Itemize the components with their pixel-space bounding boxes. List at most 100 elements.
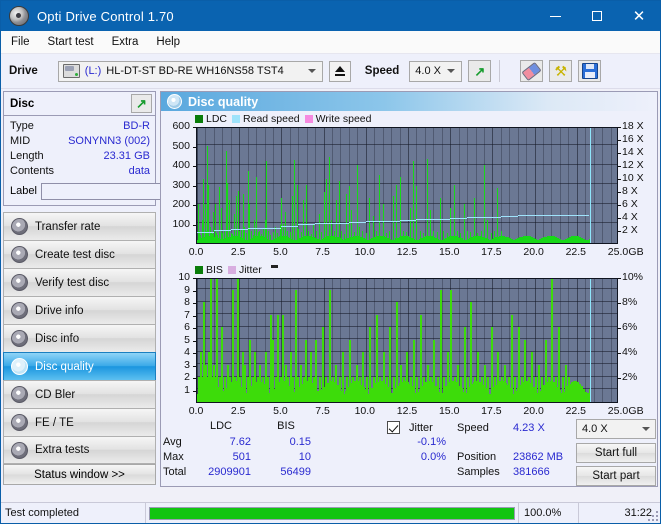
stats-position-label: Position — [457, 451, 497, 463]
speed-select[interactable]: 4.0 X — [409, 60, 463, 82]
disc-icon — [11, 441, 28, 459]
y-axis-tick: 3 — [184, 358, 190, 371]
save-button[interactable] — [578, 60, 602, 82]
sidebar-item-extra-tests[interactable]: Extra tests — [3, 436, 156, 464]
sidebar-item-create-test-disc[interactable]: Create test disc — [3, 240, 156, 268]
disc-icon — [11, 302, 28, 319]
disc-row-type-key: Type — [10, 120, 34, 132]
chart-bar — [324, 192, 325, 243]
run-test-button[interactable]: ↗ — [468, 60, 492, 82]
legend-read-speed-swatch — [232, 114, 241, 123]
y2-axis-tickmark — [618, 278, 621, 279]
legend-bis-swatch — [195, 265, 203, 274]
y2-axis-tick: 6 X — [622, 198, 638, 210]
nav-list: Transfer rate Create test disc Verify te… — [3, 212, 156, 464]
minimize-button[interactable] — [534, 1, 576, 31]
sidebar-item-label: Disc quality — [35, 360, 94, 373]
stats-samples-value: 381666 — [513, 466, 550, 478]
test-speed-select[interactable]: 4.0 X — [576, 419, 656, 439]
menu-item-start-test[interactable]: Start test — [48, 36, 94, 48]
read-speed-line — [298, 224, 316, 226]
chart2-plot-area — [196, 278, 618, 403]
chart-bar — [484, 165, 485, 243]
y-axis-tickmark — [193, 378, 196, 379]
drive-select[interactable]: (L:) HL-DT-ST BD-RE WH16NS58 TST4 — [57, 60, 323, 82]
y2-axis-tick: 2 X — [622, 224, 638, 236]
read-speed-line — [365, 221, 383, 223]
y-axis-tick: 5 — [184, 333, 190, 346]
y-axis-tickmark — [193, 166, 196, 167]
speed-value: 4.0 X — [415, 65, 441, 77]
eject-icon — [334, 66, 345, 72]
app-window: Opti Drive Control 1.70 ✕ File Start tes… — [0, 0, 661, 524]
start-part-button[interactable]: Start part — [576, 466, 656, 486]
y2-axis-tick: 4 X — [622, 211, 638, 223]
progress-track — [149, 506, 515, 520]
y-axis-tickmark — [193, 185, 196, 187]
disc-row-mid-value: SONYNN3 (002) — [68, 135, 150, 147]
y2-axis-tick: 4% — [622, 346, 638, 358]
y-axis-tickmark — [193, 146, 196, 148]
legend-read-speed: Read speed — [232, 113, 300, 125]
eject-button[interactable] — [328, 60, 351, 82]
tools-button[interactable]: ⚒ — [549, 60, 573, 82]
erase-button[interactable] — [520, 60, 544, 82]
refresh-disc-button[interactable]: ↗ — [131, 94, 152, 113]
jitter-marker-icon — [270, 265, 278, 268]
chart-bar — [440, 289, 442, 402]
status-bar: Test completed 100.0% 31:22 — [1, 502, 660, 523]
app-disc-icon — [9, 6, 29, 26]
sidebar-item-disc-info[interactable]: Disc info — [3, 324, 156, 352]
x-axis-tick: 10.0 — [354, 405, 376, 417]
chart-bar — [440, 198, 441, 243]
sidebar-item-transfer-rate[interactable]: Transfer rate — [3, 212, 156, 240]
menu-item-help[interactable]: Help — [156, 36, 180, 48]
chart-bar — [346, 194, 347, 243]
chart1-plot-area — [196, 127, 618, 244]
y-axis-tickmark — [193, 328, 196, 329]
chart-bar — [203, 178, 204, 243]
jitter-checkbox[interactable] — [387, 421, 400, 434]
maximize-button[interactable] — [576, 1, 618, 31]
disc-row-contents-value: data — [128, 165, 150, 177]
chart-bar — [427, 159, 428, 243]
start-full-button[interactable]: Start full — [576, 443, 656, 463]
sidebar-item-disc-quality[interactable]: Disc quality — [3, 352, 156, 380]
y-axis-tick: 9 — [184, 283, 190, 296]
y-axis-tickmark — [193, 278, 196, 279]
resize-grip-icon[interactable] — [648, 511, 658, 521]
sidebar-item-fe-te[interactable]: FE / TE — [3, 408, 156, 436]
read-speed-line — [483, 216, 501, 218]
sidebar-item-drive-info[interactable]: Drive info — [3, 296, 156, 324]
run-test-icon: ↗ — [474, 63, 486, 79]
chart-bar — [216, 279, 218, 402]
stats-total-ldc: 2909901 — [208, 466, 251, 478]
y2-axis-tickmark — [618, 166, 621, 167]
disc-icon — [11, 386, 28, 403]
menu-item-file[interactable]: File — [11, 36, 30, 48]
read-speed-line — [500, 216, 518, 217]
ldc-speed-chart: 100 200 300 400 500 600 2 X4 X6 X8 X 10 X 12 X 14… — [163, 121, 655, 259]
menu-item-extra[interactable]: Extra — [112, 36, 139, 48]
legend-write-speed-label: Write speed — [315, 112, 372, 125]
x-axis-tick: 5.0 — [273, 246, 288, 258]
disc-row-mid: MID SONYNN3 (002) — [10, 134, 150, 149]
close-button[interactable]: ✕ — [618, 1, 660, 31]
progress-bar — [146, 503, 518, 523]
x-axis-tick: 12.5 — [396, 246, 418, 258]
chart-bar — [413, 161, 414, 243]
y2-axis-tick: 12 X — [622, 159, 644, 171]
chart-bar — [416, 186, 417, 243]
chart-bar — [326, 178, 327, 243]
disc-panel: Disc ↗ Type BD-R MID SONYNN3 (002) Lengt… — [3, 91, 245, 206]
stats-panel: LDC BIS Avg Max Total 7.62 501 2909901 0… — [161, 419, 657, 486]
sidebar-item-cd-bler[interactable]: CD Bler — [3, 380, 156, 408]
read-speed-line — [534, 215, 552, 217]
charts-area: LDC Read speed Write speed 100 200 300 400 5… — [161, 111, 657, 418]
x-axis-tick: 17.5 — [481, 246, 502, 258]
status-window-button[interactable]: Status window >> — [3, 464, 156, 485]
disc-icon — [11, 414, 28, 431]
x-axis-tick: 20.0 — [523, 246, 544, 258]
chart-bar — [464, 204, 465, 243]
sidebar-item-verify-test-disc[interactable]: Verify test disc — [3, 268, 156, 296]
